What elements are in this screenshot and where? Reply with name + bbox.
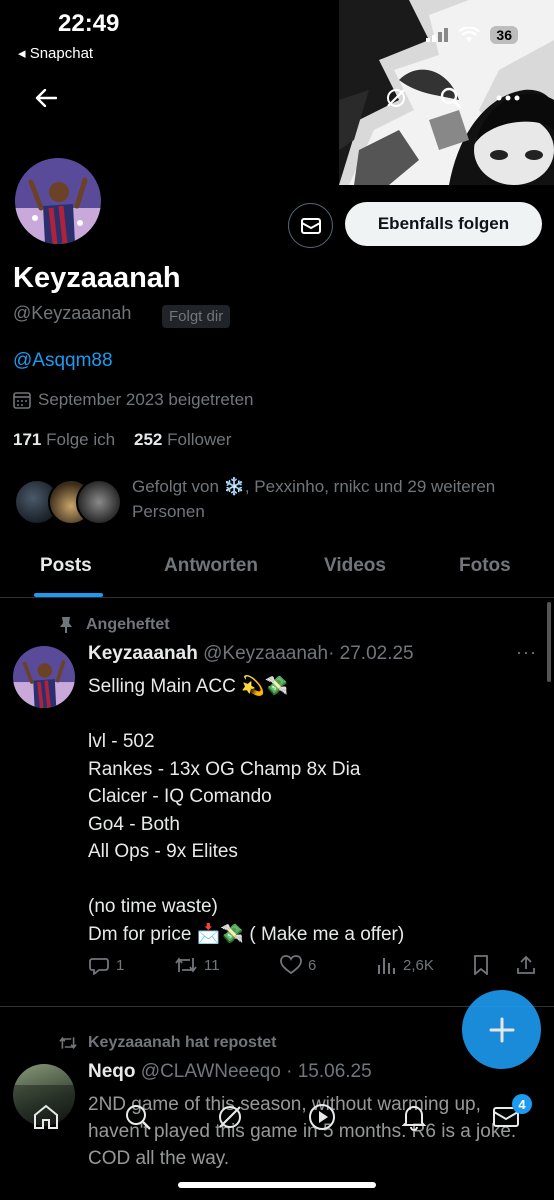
tweet-author-handle: @CLAWNeeeqo [140,1061,281,1082]
following-label: Folge ich [46,430,116,449]
tweet-author-name[interactable]: Neqo [88,1061,136,1082]
compose-button[interactable] [462,990,541,1069]
home-icon [34,1104,58,1129]
repost-icon [175,957,197,973]
followers-label: Follower [167,430,232,449]
messages-badge: 4 [512,1094,532,1114]
avatar-image [13,646,75,708]
active-tab-indicator [34,593,103,597]
system-icons: 36 [426,26,518,44]
followed-by-text[interactable]: Gefolgt von ❄️, Pexxinho, rnikc und 29 w… [132,474,542,524]
tab-replies[interactable]: Antworten [164,555,258,577]
tweet-avatar[interactable] [13,646,75,708]
repost-icon [59,1036,77,1050]
tweet-date: · 15.06.25 [286,1061,372,1082]
profile-avatar[interactable] [12,155,104,247]
home-indicator[interactable] [178,1182,376,1188]
repost-button[interactable]: 11 [174,955,220,975]
reply-button[interactable]: 1 [88,955,124,975]
status-bar: 22:49 ◂ Snapchat 36 [0,0,554,70]
tab-photos[interactable]: Fotos [459,555,511,577]
calendar-icon [13,392,31,409]
message-button[interactable] [288,203,333,248]
share-icon [517,955,535,974]
repost-label-text: Keyzaaanah hat repostet [88,1034,277,1051]
nav-search[interactable] [122,1101,154,1133]
mutual-avatar [76,479,122,525]
following-link[interactable]: 171 Folge ich [13,430,115,449]
tweet-text[interactable]: Selling Main ACC 💫💸 lvl - 502 Rankes - 1… [88,673,538,948]
tweet-author-name[interactable]: Keyzaaanah [88,643,198,664]
grok-button[interactable] [379,81,413,115]
tweet-header: Neqo @CLAWNeeeqo · 15.06.25 [88,1061,372,1083]
signal-icon [426,28,449,42]
back-to-app-link[interactable]: ◂ Snapchat [18,44,93,62]
repost-count: 11 [204,956,220,974]
nav-grok[interactable] [214,1101,246,1133]
joined-date: September 2023 beigetreten [13,390,254,410]
profile-tabs: Posts Antworten Videos Fotos [0,545,554,598]
grok-icon [387,89,405,107]
reply-count: 1 [116,956,125,974]
back-button[interactable] [29,81,63,115]
search-button[interactable] [434,81,468,115]
status-time: 22:49 [58,10,120,37]
search-icon [440,87,462,109]
grok-icon [219,1106,241,1128]
profile-handle: @Keyzaaanah [13,303,132,323]
pin-icon [60,617,72,633]
bell-icon [401,1106,427,1131]
scrollbar[interactable] [547,602,551,682]
joined-text: September 2023 beigetreten [38,390,254,409]
nav-notifications[interactable] [398,1101,430,1133]
views-icon [378,958,395,974]
follow-back-button[interactable]: Ebenfalls folgen [345,202,542,246]
tab-posts[interactable]: Posts [40,555,92,577]
bookmark-icon [474,955,488,975]
battery-indicator: 36 [490,26,518,44]
followers-link[interactable]: 252 Follower [134,430,231,449]
share-button[interactable] [516,955,536,975]
tweet-header: Keyzaaanah @Keyzaaanah· 27.02.25 [88,643,414,665]
nav-home[interactable] [30,1101,62,1133]
tab-videos[interactable]: Videos [324,555,386,577]
follows-you-badge: Folgt dir [162,305,231,328]
following-count: 171 [13,430,42,449]
mutual-followers-avatars[interactable] [14,479,122,527]
views-button[interactable]: 2,6K [377,955,434,975]
pinned-text: Angeheftet [86,616,170,633]
wifi-icon [458,27,481,42]
profile-name: Keyzaaanah [13,262,181,294]
like-button[interactable]: 6 [280,955,316,975]
follow-counts: 171 Folge ich 252 Follower [13,430,231,450]
avatar-image [15,158,101,244]
tweet-actions: 1 11 6 2,6K [88,955,543,981]
tweet-author-handle: @Keyzaaanah [203,643,329,664]
reply-icon [89,958,109,975]
more-button[interactable] [491,81,525,115]
tweet-more-button[interactable]: ··· [516,642,537,663]
play-icon [309,1104,335,1130]
repost-label: Keyzaaanah hat repostet [58,1034,277,1052]
pinned-label: Angeheftet [58,616,170,634]
heart-icon [280,955,302,975]
views-count: 2,6K [403,956,434,974]
bio-mention-link[interactable]: @Asqqm88 [13,350,113,372]
tweet-date: · 27.02.25 [328,643,414,664]
more-icon [496,95,520,101]
plus-icon [489,1017,514,1042]
envelope-icon [300,217,321,234]
like-count: 6 [308,956,317,974]
arrow-left-icon [35,89,57,107]
nav-video[interactable] [306,1101,338,1133]
followers-count: 252 [134,430,163,449]
bookmark-button[interactable] [473,955,489,975]
search-icon [126,1105,151,1130]
